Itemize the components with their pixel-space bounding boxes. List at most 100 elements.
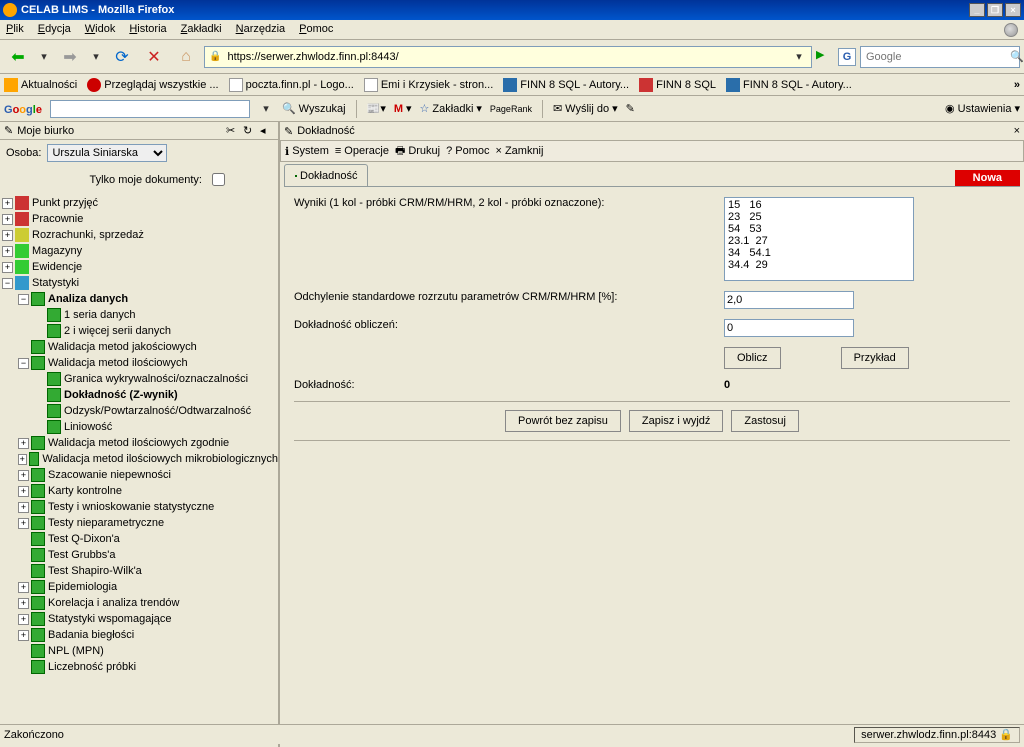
collapse-icon[interactable]: ◂: [260, 124, 274, 138]
bookmarks-overflow[interactable]: »: [1014, 79, 1020, 91]
expand-icon[interactable]: +: [2, 262, 13, 273]
tree-item[interactable]: Testy nieparametryczne: [48, 517, 164, 529]
bookmark-aktualnosci[interactable]: Aktualności: [4, 78, 77, 92]
google-pagerank[interactable]: PageRank: [490, 104, 532, 114]
tree-item[interactable]: Ewidencje: [32, 261, 82, 273]
tree-item[interactable]: Analiza danych: [48, 293, 128, 305]
tree-item[interactable]: Szacowanie niepewności: [48, 469, 171, 481]
tree-item[interactable]: Liniowość: [64, 421, 112, 433]
list-item[interactable]: 23 25: [728, 211, 910, 223]
tree-item[interactable]: Granica wykrywalności/oznaczalności: [64, 373, 248, 385]
przyklad-button[interactable]: Przykład: [841, 347, 909, 369]
edit-icon[interactable]: ✎: [284, 125, 293, 138]
tree-item[interactable]: 1 seria danych: [64, 309, 136, 321]
tree-item[interactable]: Pracownie: [32, 213, 83, 225]
back-button[interactable]: ⬅: [4, 43, 32, 71]
tree-item[interactable]: Test Shapiro-Wilk'a: [48, 565, 142, 577]
google-settings-button[interactable]: ◉ Ustawienia▾: [945, 102, 1020, 115]
expand-icon[interactable]: +: [18, 438, 29, 449]
list-item[interactable]: 15 16: [728, 199, 910, 211]
expand-icon[interactable]: +: [18, 518, 29, 529]
tree-item[interactable]: Punkt przyjęć: [32, 197, 98, 209]
tree-item[interactable]: 2 i więcej serii danych: [64, 325, 171, 337]
menu-edycja[interactable]: Edycja: [38, 23, 71, 36]
expand-icon[interactable]: +: [18, 598, 29, 609]
google-bookmark-button[interactable]: ☆ Zakładki▾: [420, 102, 482, 115]
menu-plik[interactable]: Plik: [6, 23, 24, 36]
osoba-select[interactable]: Urszula Siniarska: [47, 144, 167, 162]
back-dropdown[interactable]: ▾: [36, 47, 52, 67]
expand-icon[interactable]: +: [18, 454, 27, 465]
menu-widok[interactable]: Widok: [85, 23, 116, 36]
list-item[interactable]: 54 53: [728, 223, 910, 235]
list-item[interactable]: 34 54.1: [728, 247, 910, 259]
url-dropdown[interactable]: ▾: [791, 47, 807, 67]
zapisz-button[interactable]: Zapisz i wyjdź: [629, 410, 723, 432]
google-send-button[interactable]: ✉ Wyślij do▾: [553, 102, 618, 115]
home-button[interactable]: ⌂: [172, 43, 200, 71]
bookmark-przegladaj[interactable]: Przeglądaj wszystkie ...: [87, 78, 218, 92]
google-highlight-button[interactable]: ✎: [626, 102, 635, 115]
expand-icon[interactable]: +: [18, 614, 29, 625]
search-engine-button[interactable]: G: [838, 48, 856, 66]
tree-item[interactable]: Walidacja metod jakościowych: [48, 341, 197, 353]
toolbar-drukuj[interactable]: 🖶 Drukuj: [395, 142, 440, 161]
expand-icon[interactable]: +: [2, 230, 13, 241]
bookmark-finn1[interactable]: FINN 8 SQL - Autory...: [503, 78, 629, 92]
odchylenie-input[interactable]: [724, 291, 854, 309]
tree-item[interactable]: NPL (MPN): [48, 645, 104, 657]
tree-item[interactable]: Korelacja i analiza trendów: [48, 597, 179, 609]
tree-item[interactable]: Rozrachunki, sprzedaż: [32, 229, 144, 241]
expand-icon[interactable]: +: [2, 198, 13, 209]
forward-button[interactable]: ➡: [56, 43, 84, 71]
tree-item[interactable]: Epidemiologia: [48, 581, 117, 593]
tree-item[interactable]: Test Q-Dixon'a: [48, 533, 120, 545]
search-go-icon[interactable]: 🔍: [1010, 50, 1024, 63]
menu-zakladki[interactable]: Zakładki: [181, 23, 222, 36]
tree-item[interactable]: Walidacja metod ilościowych: [48, 357, 188, 369]
wyniki-listbox[interactable]: 15 16 23 25 54 53 23.1 27 34 54.1 34.4 2…: [724, 197, 914, 281]
stop-button[interactable]: ✕: [140, 43, 168, 71]
bookmark-finn3[interactable]: FINN 8 SQL - Autory...: [726, 78, 852, 92]
expand-icon[interactable]: +: [18, 502, 29, 513]
tree-item[interactable]: Odzysk/Powtarzalność/Odtwarzalność: [64, 405, 251, 417]
tab-dokladnosc[interactable]: Dokładność: [284, 164, 368, 186]
google-search-dropdown[interactable]: ▾: [258, 99, 274, 119]
google-wyszukaj-button[interactable]: 🔍 Wyszukaj: [282, 102, 346, 115]
tree-item[interactable]: Testy i wnioskowanie statystyczne: [48, 501, 214, 513]
bookmark-finn2[interactable]: FINN 8 SQL: [639, 78, 716, 92]
tree-item[interactable]: Karty kontrolne: [48, 485, 122, 497]
expand-icon[interactable]: +: [18, 582, 29, 593]
tree-item[interactable]: Liczebność próbki: [48, 661, 136, 673]
go-button[interactable]: ▶: [816, 48, 834, 66]
bookmark-emi[interactable]: Emi i Krzysiek - stron...: [364, 78, 493, 92]
tree-item[interactable]: Walidacja metod ilościowych mikrobiologi…: [42, 453, 278, 465]
tree-item[interactable]: Magazyny: [32, 245, 82, 257]
pane-close-icon[interactable]: ×: [1014, 125, 1020, 137]
minimize-button[interactable]: _: [969, 3, 985, 17]
url-bar[interactable]: 🔒 ▾: [204, 46, 812, 68]
close-window-button[interactable]: ×: [1005, 3, 1021, 17]
expand-icon[interactable]: +: [18, 470, 29, 481]
collapse-icon[interactable]: −: [18, 294, 29, 305]
collapse-icon[interactable]: −: [2, 278, 13, 289]
tree-item[interactable]: Statystyki wspomagające: [48, 613, 172, 625]
bookmark-poczta[interactable]: poczta.finn.pl - Logo...: [229, 78, 354, 92]
list-item[interactable]: 23.1 27: [728, 235, 910, 247]
tylko-checkbox[interactable]: [212, 173, 225, 186]
dokobl-input[interactable]: [724, 319, 854, 337]
google-gmail-button[interactable]: M▾: [394, 102, 412, 115]
list-item[interactable]: 34.4 29: [728, 259, 910, 271]
expand-icon[interactable]: +: [2, 246, 13, 257]
edit-icon[interactable]: ✎: [4, 124, 13, 137]
tree-item[interactable]: Test Grubbs'a: [48, 549, 116, 561]
toolbar-zamknij[interactable]: × Zamknij: [496, 145, 544, 157]
search-box[interactable]: 🔍: [860, 46, 1020, 68]
tree-item-active[interactable]: Dokładność (Z-wynik): [64, 389, 178, 401]
menu-historia[interactable]: Historia: [129, 23, 166, 36]
url-input[interactable]: [225, 50, 787, 64]
toolbar-system[interactable]: ℹ System: [285, 145, 329, 158]
google-news-button[interactable]: 📰▾: [367, 102, 386, 115]
restore-button[interactable]: ❐: [987, 3, 1003, 17]
tree-item[interactable]: Badania biegłości: [48, 629, 134, 641]
